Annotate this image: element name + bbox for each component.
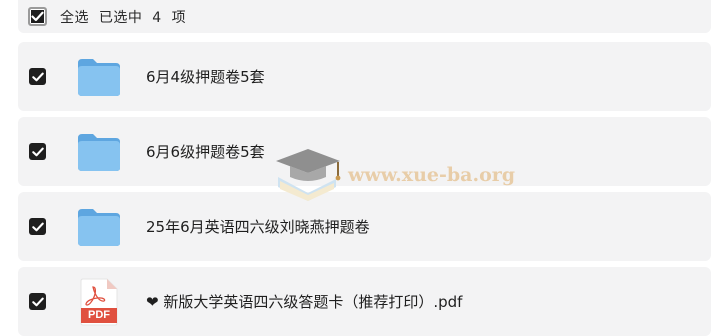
list-item[interactable]: PDF ❤ 新版大学英语四六级答题卡（推荐打印）.pdf xyxy=(18,267,711,336)
select-all-bar: 全选 已选中 4 项 xyxy=(18,0,711,33)
check-icon xyxy=(31,147,44,156)
item-checkbox[interactable] xyxy=(29,293,46,310)
item-name[interactable]: 6月6级押题卷5套 xyxy=(146,141,265,162)
item-checkbox[interactable] xyxy=(29,218,46,235)
list-item[interactable]: 6月6级押题卷5套 xyxy=(18,117,711,186)
pdf-badge-label: PDF xyxy=(88,309,110,321)
item-name[interactable]: 25年6月英语四六级刘晓燕押题卷 xyxy=(146,216,370,237)
check-icon xyxy=(31,222,44,231)
pdf-file-icon: PDF xyxy=(76,278,122,325)
folder-icon xyxy=(76,54,122,100)
folder-icon xyxy=(76,204,122,250)
item-checkbox[interactable] xyxy=(29,68,46,85)
selection-count-label: 全选 已选中 4 项 xyxy=(60,9,187,26)
check-icon xyxy=(31,72,44,81)
item-name[interactable]: ❤ 新版大学英语四六级答题卡（推荐打印）.pdf xyxy=(146,291,462,312)
check-icon xyxy=(31,297,44,306)
item-name[interactable]: 6月4级押题卷5套 xyxy=(146,66,265,87)
list-item[interactable]: 6月4级押题卷5套 xyxy=(18,42,711,111)
folder-icon xyxy=(76,129,122,175)
item-checkbox[interactable] xyxy=(29,143,46,160)
select-all-checkbox[interactable] xyxy=(28,7,47,26)
check-icon xyxy=(31,11,44,22)
list-item[interactable]: 25年6月英语四六级刘晓燕押题卷 xyxy=(18,192,711,261)
